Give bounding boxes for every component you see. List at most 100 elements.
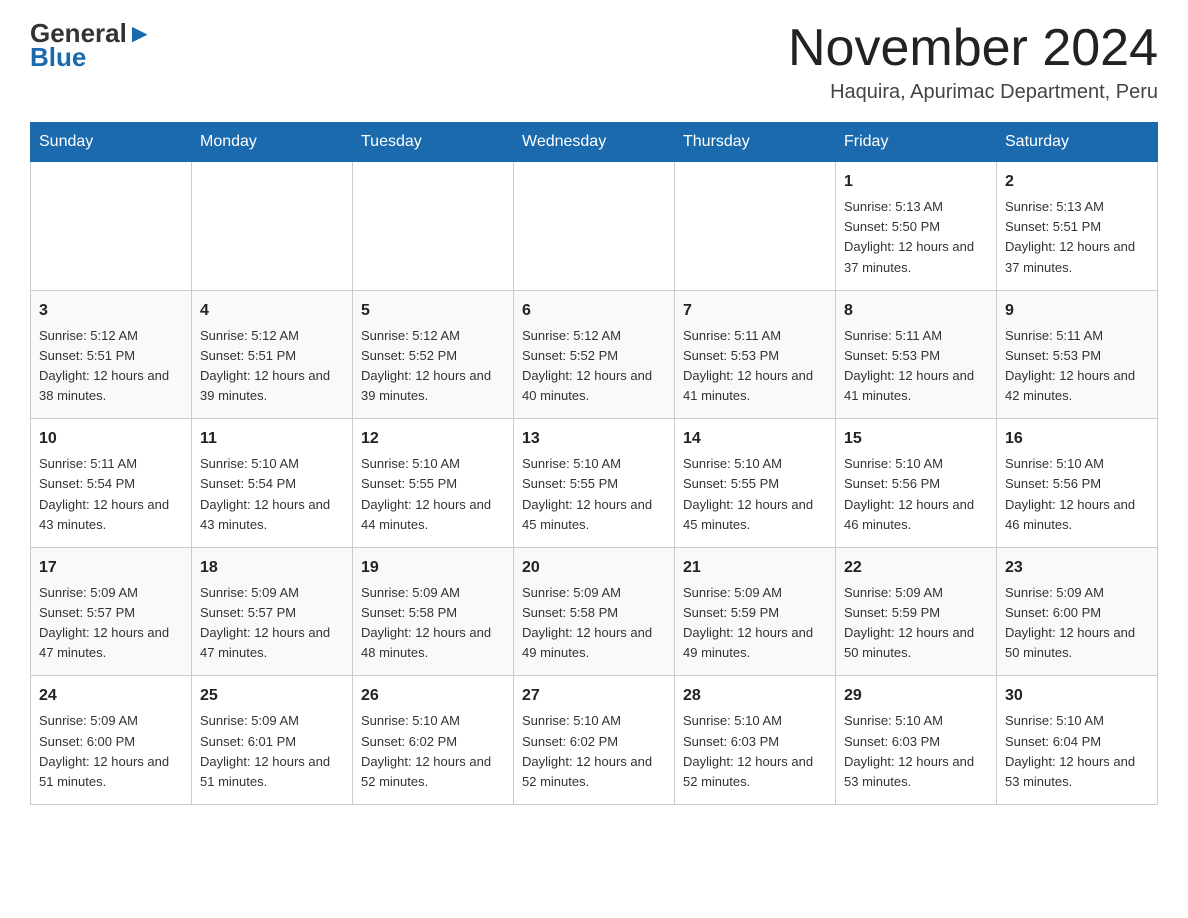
table-row: 8Sunrise: 5:11 AM Sunset: 5:53 PM Daylig… xyxy=(836,290,997,419)
table-row: 23Sunrise: 5:09 AM Sunset: 6:00 PM Dayli… xyxy=(997,547,1158,676)
day-number: 27 xyxy=(522,684,666,708)
day-info: Sunrise: 5:10 AM Sunset: 6:02 PM Dayligh… xyxy=(522,713,652,788)
table-row: 1 Sunrise: 5:13 AM Sunset: 5:50 PM Daylig… xyxy=(836,162,997,291)
day-info: Sunrise: 5:13 AM Sunset: 5:50 PM Dayligh… xyxy=(844,199,974,274)
day-number: 12 xyxy=(361,427,505,451)
table-row: 13 Sunrise: 5:10 AM Sunset: 5:55 PM Dayli… xyxy=(514,419,675,548)
day-number: 25 xyxy=(200,684,344,708)
day-info: Sunrise: 5:10 AM Sunset: 6:02 PM Dayligh… xyxy=(361,713,491,788)
day-number: 1 xyxy=(844,170,988,194)
day-info: Sunrise: 5:11 AM Sunset: 5:53 PM Dayligh… xyxy=(683,328,813,403)
day-number: 16 xyxy=(1005,427,1149,451)
day-info: Sunrise: 5:09 AM Sunset: 5:59 PM Dayligh… xyxy=(844,585,974,660)
table-row: 9 Sunrise: 5:11 AM Sunset: 5:53 PM Daylig… xyxy=(997,290,1158,419)
day-number: 22 xyxy=(844,556,988,580)
logo: General► Blue xyxy=(30,20,153,73)
header-thursday: Thursday xyxy=(675,123,836,162)
day-info: Sunrise: 5:09 AM Sunset: 6:01 PM Dayligh… xyxy=(200,713,330,788)
day-number: 11 xyxy=(200,427,344,451)
day-info: Sunrise: 5:09 AM Sunset: 6:00 PM Dayligh… xyxy=(39,713,169,788)
day-number: 24 xyxy=(39,684,183,708)
day-number: 28 xyxy=(683,684,827,708)
table-row: 16 Sunrise: 5:10 AM Sunset: 5:56 PM Dayli… xyxy=(997,419,1158,548)
day-number: 21 xyxy=(683,556,827,580)
table-row: 10 Sunrise: 5:11 AM Sunset: 5:54 PM Dayli… xyxy=(31,419,192,548)
day-number: 10 xyxy=(39,427,183,451)
day-info: Sunrise: 5:12 AM Sunset: 5:52 PM Dayligh… xyxy=(361,328,491,403)
day-info: Sunrise: 5:09 AM Sunset: 5:57 PM Dayligh… xyxy=(200,585,330,660)
day-number: 26 xyxy=(361,684,505,708)
day-info: Sunrise: 5:10 AM Sunset: 5:54 PM Dayligh… xyxy=(200,456,330,531)
table-row: 5 Sunrise: 5:12 AM Sunset: 5:52 PM Daylig… xyxy=(353,290,514,419)
table-row xyxy=(31,162,192,291)
table-row: 26 Sunrise: 5:10 AM Sunset: 6:02 PM Dayli… xyxy=(353,676,514,805)
day-info: Sunrise: 5:11 AM Sunset: 5:54 PM Dayligh… xyxy=(39,456,169,531)
day-headers-row: Sunday Monday Tuesday Wednesday Thursday… xyxy=(31,123,1158,162)
table-row xyxy=(353,162,514,291)
day-number: 9 xyxy=(1005,299,1149,323)
table-row: 2 Sunrise: 5:13 AM Sunset: 5:51 PM Daylig… xyxy=(997,162,1158,291)
day-number: 5 xyxy=(361,299,505,323)
table-row: 25 Sunrise: 5:09 AM Sunset: 6:01 PM Dayli… xyxy=(192,676,353,805)
day-info: Sunrise: 5:12 AM Sunset: 5:51 PM Dayligh… xyxy=(39,328,169,403)
table-row: 7 Sunrise: 5:11 AM Sunset: 5:53 PM Daylig… xyxy=(675,290,836,419)
day-info: Sunrise: 5:10 AM Sunset: 5:56 PM Dayligh… xyxy=(1005,456,1135,531)
logo-blue: Blue xyxy=(30,42,86,73)
table-row: 11 Sunrise: 5:10 AM Sunset: 5:54 PM Dayli… xyxy=(192,419,353,548)
day-info: Sunrise: 5:10 AM Sunset: 6:04 PM Dayligh… xyxy=(1005,713,1135,788)
page-header: General► Blue November 2024 Haquira, Apu… xyxy=(30,20,1158,104)
day-number: 7 xyxy=(683,299,827,323)
day-number: 17 xyxy=(39,556,183,580)
day-number: 8 xyxy=(844,299,988,323)
day-number: 13 xyxy=(522,427,666,451)
table-row: 24 Sunrise: 5:09 AM Sunset: 6:00 PM Dayli… xyxy=(31,676,192,805)
table-row: 29 Sunrise: 5:10 AM Sunset: 6:03 PM Dayli… xyxy=(836,676,997,805)
table-row: 21 Sunrise: 5:09 AM Sunset: 5:59 PM Dayli… xyxy=(675,547,836,676)
table-row: 3 Sunrise: 5:12 AM Sunset: 5:51 PM Daylig… xyxy=(31,290,192,419)
calendar-week-row: 17 Sunrise: 5:09 AM Sunset: 5:57 PM Dayli… xyxy=(31,547,1158,676)
calendar-week-row: 1 Sunrise: 5:13 AM Sunset: 5:50 PM Daylig… xyxy=(31,162,1158,291)
header-wednesday: Wednesday xyxy=(514,123,675,162)
day-number: 19 xyxy=(361,556,505,580)
day-number: 3 xyxy=(39,299,183,323)
table-row: 14 Sunrise: 5:10 AM Sunset: 5:55 PM Dayli… xyxy=(675,419,836,548)
table-row: 6Sunrise: 5:12 AM Sunset: 5:52 PM Daylig… xyxy=(514,290,675,419)
day-info: Sunrise: 5:10 AM Sunset: 5:56 PM Dayligh… xyxy=(844,456,974,531)
calendar-table: Sunday Monday Tuesday Wednesday Thursday… xyxy=(30,122,1158,805)
table-row: 17Sunrise: 5:09 AM Sunset: 5:57 PM Dayli… xyxy=(31,547,192,676)
header-sunday: Sunday xyxy=(31,123,192,162)
day-info: Sunrise: 5:10 AM Sunset: 5:55 PM Dayligh… xyxy=(522,456,652,531)
title-section: November 2024 Haquira, Apurimac Departme… xyxy=(788,20,1158,104)
table-row: 20Sunrise: 5:09 AM Sunset: 5:58 PM Dayli… xyxy=(514,547,675,676)
day-number: 15 xyxy=(844,427,988,451)
day-info: Sunrise: 5:13 AM Sunset: 5:51 PM Dayligh… xyxy=(1005,199,1135,274)
day-info: Sunrise: 5:10 AM Sunset: 6:03 PM Dayligh… xyxy=(844,713,974,788)
day-info: Sunrise: 5:10 AM Sunset: 5:55 PM Dayligh… xyxy=(683,456,813,531)
day-info: Sunrise: 5:09 AM Sunset: 6:00 PM Dayligh… xyxy=(1005,585,1135,660)
day-info: Sunrise: 5:11 AM Sunset: 5:53 PM Dayligh… xyxy=(1005,328,1135,403)
location-subtitle: Haquira, Apurimac Department, Peru xyxy=(788,81,1158,104)
day-number: 2 xyxy=(1005,170,1149,194)
table-row: 4 Sunrise: 5:12 AM Sunset: 5:51 PM Daylig… xyxy=(192,290,353,419)
header-tuesday: Tuesday xyxy=(353,123,514,162)
table-row xyxy=(192,162,353,291)
table-row xyxy=(675,162,836,291)
day-info: Sunrise: 5:12 AM Sunset: 5:52 PM Dayligh… xyxy=(522,328,652,403)
header-saturday: Saturday xyxy=(997,123,1158,162)
day-number: 30 xyxy=(1005,684,1149,708)
day-number: 29 xyxy=(844,684,988,708)
day-info: Sunrise: 5:12 AM Sunset: 5:51 PM Dayligh… xyxy=(200,328,330,403)
calendar-week-row: 24 Sunrise: 5:09 AM Sunset: 6:00 PM Dayli… xyxy=(31,676,1158,805)
header-monday: Monday xyxy=(192,123,353,162)
day-info: Sunrise: 5:10 AM Sunset: 6:03 PM Dayligh… xyxy=(683,713,813,788)
day-info: Sunrise: 5:09 AM Sunset: 5:59 PM Dayligh… xyxy=(683,585,813,660)
logo-triangle-icon: ► xyxy=(127,18,153,48)
calendar-week-row: 3 Sunrise: 5:12 AM Sunset: 5:51 PM Daylig… xyxy=(31,290,1158,419)
day-number: 14 xyxy=(683,427,827,451)
day-info: Sunrise: 5:10 AM Sunset: 5:55 PM Dayligh… xyxy=(361,456,491,531)
calendar-week-row: 10 Sunrise: 5:11 AM Sunset: 5:54 PM Dayli… xyxy=(31,419,1158,548)
header-friday: Friday xyxy=(836,123,997,162)
day-number: 4 xyxy=(200,299,344,323)
table-row: 12 Sunrise: 5:10 AM Sunset: 5:55 PM Dayli… xyxy=(353,419,514,548)
day-number: 20 xyxy=(522,556,666,580)
